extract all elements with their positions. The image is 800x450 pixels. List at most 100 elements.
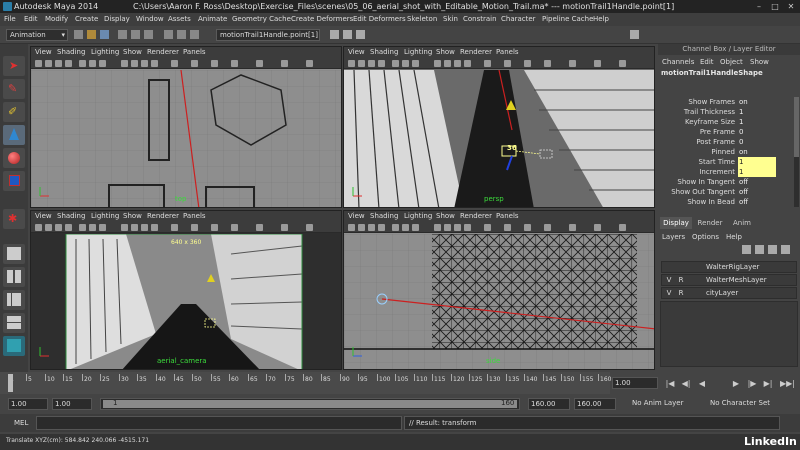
attr-value[interactable]: 1 <box>738 107 776 117</box>
move-tool-button[interactable] <box>3 125 25 145</box>
bookmark-icon[interactable] <box>55 224 62 231</box>
menu-create-deformers[interactable]: Create Deformers <box>291 13 353 26</box>
grid-icon[interactable] <box>392 224 399 231</box>
close-button[interactable]: ✕ <box>784 1 798 12</box>
menu-animate[interactable]: Animate <box>198 13 227 26</box>
ambient-occlusion-icon[interactable] <box>569 60 576 67</box>
lasso-tool-button[interactable]: ✎ <box>3 79 25 99</box>
open-scene-icon[interactable] <box>87 30 96 39</box>
vp-menu-view[interactable]: View <box>348 47 365 58</box>
layer-visibility-toggle[interactable]: V <box>664 275 674 286</box>
anti-alias-icon[interactable] <box>594 224 601 231</box>
step-back-key-button[interactable]: ◀| <box>680 378 692 390</box>
go-to-start-button[interactable]: |◀ <box>664 378 676 390</box>
wireframe-icon[interactable] <box>121 60 128 67</box>
new-layer-from-selection-icon[interactable] <box>781 245 790 254</box>
attr-value[interactable]: 1 <box>738 117 776 127</box>
cb-menu-object[interactable]: Object <box>720 58 743 66</box>
toggle-panel-icon[interactable] <box>630 30 639 39</box>
cb-menu-channels[interactable]: Channels <box>662 58 694 66</box>
vp-menu-show[interactable]: Show <box>436 47 455 58</box>
resolution-gate-icon[interactable] <box>99 224 106 231</box>
camera-attr-icon[interactable] <box>45 60 52 67</box>
scale-tool-button[interactable] <box>3 171 25 191</box>
isolate-icon[interactable] <box>191 60 198 67</box>
menu-help[interactable]: Help <box>593 13 609 26</box>
vp-menu-lighting[interactable]: Lighting <box>404 47 432 58</box>
channel-box-scrollbar[interactable] <box>794 97 799 207</box>
resolution-gate-icon[interactable] <box>412 224 419 231</box>
xray-icon[interactable] <box>524 60 531 67</box>
cb-menu-show[interactable]: Show <box>750 58 769 66</box>
smooth-shade-icon[interactable] <box>444 60 451 67</box>
range-slider-handle[interactable]: 1 160 <box>103 399 517 408</box>
attr-row[interactable]: Pinned on <box>658 147 793 157</box>
snap-grid-icon[interactable] <box>164 30 173 39</box>
attr-row[interactable]: Post Frame 0 <box>658 137 793 147</box>
smooth-shade-icon[interactable] <box>131 60 138 67</box>
attr-row[interactable]: Keyframe Size 1 <box>658 117 793 127</box>
snap-point-icon[interactable] <box>190 30 199 39</box>
film-gate-icon[interactable] <box>89 224 96 231</box>
viewport-side[interactable]: View Shading Lighting Show Renderer Pane… <box>343 210 655 370</box>
vp-menu-shading[interactable]: Shading <box>57 211 85 222</box>
menu-create[interactable]: Create <box>75 13 98 26</box>
attr-value[interactable]: 0 <box>738 127 776 137</box>
film-gate-icon[interactable] <box>402 60 409 67</box>
step-forward-frame-button[interactable]: |▶ <box>746 378 758 390</box>
single-perspective-layout-button[interactable] <box>3 244 25 264</box>
scrollbar-thumb[interactable] <box>794 97 799 157</box>
image-plane-icon[interactable] <box>65 60 72 67</box>
camera-attr-icon[interactable] <box>358 60 365 67</box>
move-layer-down-icon[interactable] <box>755 245 764 254</box>
camera-icon[interactable] <box>348 224 355 231</box>
vp-menu-renderer[interactable]: Renderer <box>460 47 492 58</box>
ipr-render-icon[interactable] <box>343 30 352 39</box>
menu-skeleton[interactable]: Skeleton <box>407 13 437 26</box>
xray-joints-icon[interactable] <box>231 60 238 67</box>
layer-name[interactable]: cityLayer <box>706 288 738 299</box>
anti-alias-icon[interactable] <box>594 60 601 67</box>
attr-row[interactable]: Show Frames on <box>658 97 793 107</box>
vp-menu-show[interactable]: Show <box>436 211 455 222</box>
lights-icon[interactable] <box>464 224 471 231</box>
viewport-persp[interactable]: View Shading Lighting Show Renderer Pane… <box>343 46 655 208</box>
new-empty-layer-icon[interactable] <box>768 245 777 254</box>
play-forward-button[interactable]: ▶ <box>730 378 742 390</box>
layer-reference-toggle[interactable]: R <box>676 288 686 299</box>
isolate-icon[interactable] <box>191 224 198 231</box>
command-input[interactable] <box>36 416 402 430</box>
animation-start-field[interactable]: 1.00 <box>8 398 48 410</box>
go-to-end-button[interactable]: ▶▶| <box>780 378 795 390</box>
vp-menu-shading[interactable]: Shading <box>370 211 398 222</box>
shadows-icon[interactable] <box>171 60 178 67</box>
texture-icon[interactable] <box>141 60 148 67</box>
step-forward-key-button[interactable]: ▶| <box>762 378 774 390</box>
vp-menu-renderer[interactable]: Renderer <box>460 211 492 222</box>
attr-value[interactable]: off <box>738 197 776 207</box>
persp-outliner-layout-button[interactable] <box>3 290 25 310</box>
new-scene-icon[interactable] <box>74 30 83 39</box>
camera-attr-icon[interactable] <box>358 224 365 231</box>
menu-modify[interactable]: Modify <box>45 13 68 26</box>
layer-visibility-toggle[interactable]: V <box>664 288 674 299</box>
step-back-frame-button[interactable]: ◀ <box>696 378 708 390</box>
attr-value[interactable]: off <box>738 177 776 187</box>
attr-value-keyed[interactable]: 1 <box>738 167 776 177</box>
xray-joints-icon[interactable] <box>231 224 238 231</box>
mel-label[interactable]: MEL <box>14 419 28 427</box>
layer-name[interactable]: WalterRigLayer <box>706 262 759 273</box>
select-component-icon[interactable] <box>144 30 153 39</box>
menu-constrain[interactable]: Constrain <box>463 13 497 26</box>
texture-icon[interactable] <box>141 224 148 231</box>
xray-icon[interactable] <box>524 224 531 231</box>
select-object-icon[interactable] <box>131 30 140 39</box>
tab-render[interactable]: Render <box>694 217 726 229</box>
isolate-icon[interactable] <box>504 60 511 67</box>
select-tool-button[interactable]: ➤ <box>3 56 25 76</box>
camera-attr-icon[interactable] <box>45 224 52 231</box>
depth-of-field-icon[interactable] <box>619 60 626 67</box>
smooth-shade-icon[interactable] <box>444 224 451 231</box>
time-slider[interactable]: 1510152025303540455055606570758085909510… <box>0 372 611 394</box>
minimize-button[interactable]: – <box>752 1 766 12</box>
